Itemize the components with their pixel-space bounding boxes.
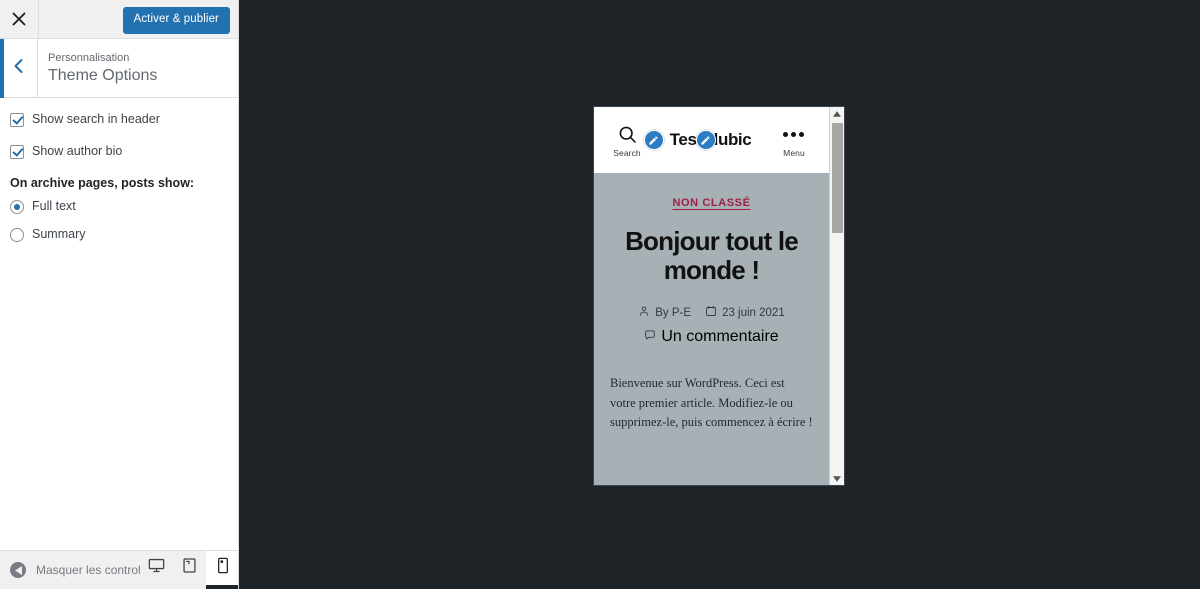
customizer-screen: Search TestClubic xyxy=(0,0,1200,589)
menu-button[interactable]: Menu xyxy=(773,122,815,158)
site-title[interactable]: TestClubic xyxy=(643,130,752,150)
post-date-text: 23 juin 2021 xyxy=(722,306,785,319)
summary-label: Summary xyxy=(32,227,86,241)
device-preview-frame: Search TestClubic xyxy=(593,106,845,486)
menu-caption: Menu xyxy=(783,148,805,158)
preview-scrollbar[interactable] xyxy=(829,107,844,485)
post-comments-row: Un commentaire xyxy=(610,328,813,346)
radio-option-full-text[interactable]: Full text xyxy=(10,199,226,214)
desktop-icon xyxy=(148,557,165,579)
device-mobile-button[interactable] xyxy=(206,551,238,589)
close-customizer-button[interactable] xyxy=(0,0,39,38)
publish-button[interactable]: Activer & publier xyxy=(122,7,230,34)
control-show-search-in-header[interactable]: Show search in header xyxy=(10,112,226,127)
summary-radio[interactable] xyxy=(10,227,24,242)
device-desktop-button[interactable] xyxy=(140,551,173,589)
show-author-bio-label: Show author bio xyxy=(32,144,123,158)
mobile-icon xyxy=(217,557,229,579)
post-category-link[interactable]: NON CLASSÉ xyxy=(610,197,813,209)
control-show-author-bio[interactable]: Show author bio xyxy=(10,144,226,159)
collapse-sidebar-button[interactable]: Masquer les controles xyxy=(0,562,140,578)
customizer-footer: Masquer les controles xyxy=(0,550,238,589)
post-author: By P-E xyxy=(638,305,691,320)
full-text-radio[interactable] xyxy=(10,199,24,214)
customizer-sidebar: Activer & publier Personnalisation Theme… xyxy=(0,0,239,589)
scroll-up-arrow-icon[interactable] xyxy=(830,107,844,120)
user-icon xyxy=(638,305,650,320)
preview-area: Search TestClubic xyxy=(239,0,1200,589)
device-tablet-button[interactable] xyxy=(173,551,206,589)
customizer-topbar: Activer & publier xyxy=(0,0,238,39)
back-button[interactable] xyxy=(0,39,38,97)
chevron-left-icon xyxy=(13,58,24,79)
scrollbar-thumb[interactable] xyxy=(832,123,843,233)
calendar-icon xyxy=(705,305,717,320)
post-excerpt: Bienvenue sur WordPress. Ceci est votre … xyxy=(610,376,813,429)
device-switcher xyxy=(140,551,238,589)
control-archive-posts-show: On archive pages, posts show: Full text … xyxy=(10,176,226,242)
close-icon xyxy=(12,12,26,26)
post-author-text: By P-E xyxy=(655,306,692,319)
show-author-bio-checkbox[interactable] xyxy=(10,145,24,159)
page-title: Theme Options xyxy=(48,66,158,84)
collapse-sidebar-label: Masquer les controles xyxy=(36,563,140,577)
search-icon xyxy=(617,122,638,146)
site-preview: Search TestClubic xyxy=(594,107,829,485)
site-header: Search TestClubic xyxy=(594,107,829,173)
customizer-section-header: Personnalisation Theme Options xyxy=(0,39,238,98)
archive-posts-show-label: On archive pages, posts show: xyxy=(10,176,195,190)
comment-bubble-icon xyxy=(644,328,656,346)
show-search-in-header-label: Show search in header xyxy=(32,112,160,126)
customizer-controls: Show search in header Show author bio On… xyxy=(0,98,238,242)
post-meta: By P-E 23 juin 2021 xyxy=(610,305,813,320)
edit-shortcut-pencil-icon-1[interactable] xyxy=(643,130,664,150)
edit-shortcut-pencil-icon-2[interactable] xyxy=(695,130,716,150)
menu-dots-icon xyxy=(783,122,805,146)
scroll-down-arrow-icon[interactable] xyxy=(830,472,844,485)
radio-option-summary[interactable]: Summary xyxy=(10,227,226,242)
search-button[interactable]: Search xyxy=(606,122,648,158)
post-comments[interactable]: Un commentaire xyxy=(644,328,779,346)
post-title[interactable]: Bonjour tout le monde ! xyxy=(610,226,813,285)
tablet-icon xyxy=(182,557,197,579)
breadcrumb: Personnalisation xyxy=(48,51,130,64)
post-comments-text: Un commentaire xyxy=(661,328,779,346)
post-article: NON CLASSÉ Bonjour tout le monde ! By P-… xyxy=(594,173,829,432)
search-caption: Search xyxy=(613,148,641,158)
full-text-label: Full text xyxy=(32,199,76,213)
collapse-arrow-icon xyxy=(10,562,26,578)
post-date: 23 juin 2021 xyxy=(705,305,785,320)
show-search-in-header-checkbox[interactable] xyxy=(10,113,24,127)
section-titles: Personnalisation Theme Options xyxy=(38,52,157,85)
